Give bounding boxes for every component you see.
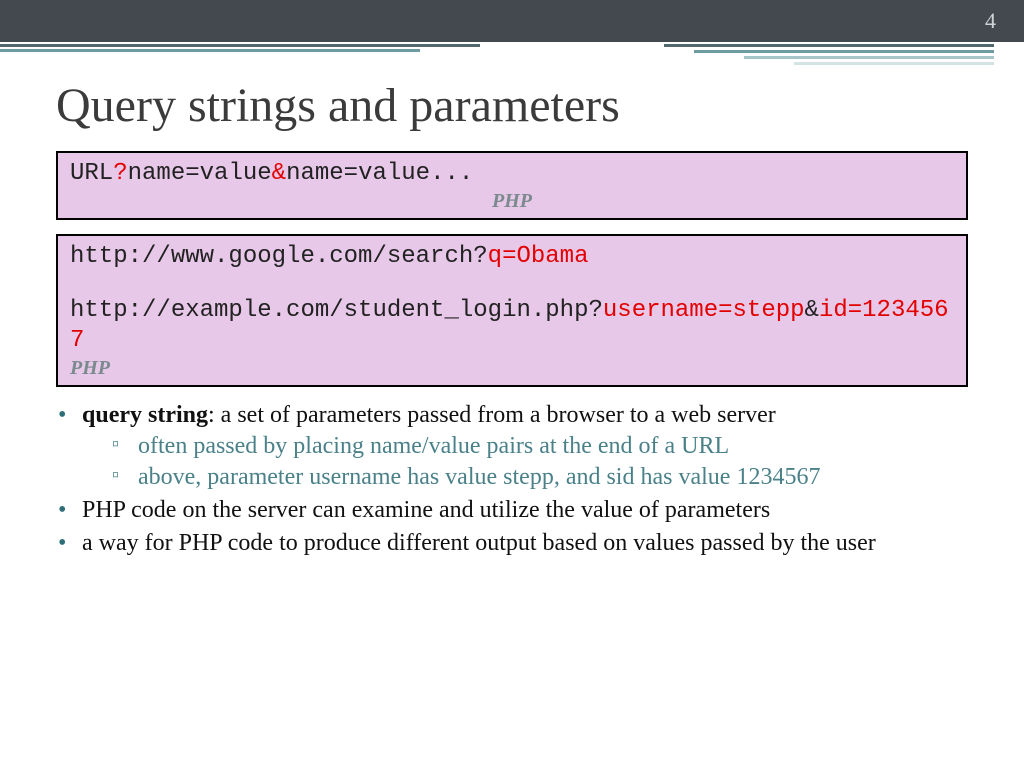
bullet-item: query string: a set of parameters passed…: [56, 401, 968, 492]
spacer: [70, 272, 954, 296]
slide: 4 Query strings and parameters URL?name=…: [0, 0, 1024, 768]
decor-line: [0, 44, 480, 47]
decor-line: [794, 62, 994, 65]
php-label: PHP: [70, 189, 954, 214]
decor-line: [664, 44, 994, 47]
sub-bullet-item: above, parameter username has value step…: [82, 463, 968, 492]
sub-bullet-item: often passed by placing name/value pairs…: [82, 432, 968, 461]
bullet-text: : a set of parameters passed from a brow…: [208, 402, 776, 428]
bullet-item: a way for PHP code to produce different …: [56, 529, 968, 558]
code-line: http://example.com/student_login.php?use…: [70, 296, 954, 356]
decor-line: [0, 49, 420, 52]
code-text-red: username=stepp: [603, 297, 805, 324]
decor-line: [744, 56, 994, 59]
code-text: URL: [70, 160, 113, 187]
code-box-syntax: URL?name=value&name=value... PHP: [56, 151, 968, 220]
bullet-bold: query string: [82, 402, 208, 428]
slide-title: Query strings and parameters: [56, 78, 1024, 133]
bullet-list: query string: a set of parameters passed…: [56, 401, 968, 558]
slide-content: URL?name=value&name=value... PHP http://…: [0, 151, 1024, 558]
code-text: http://example.com/student_login.php?: [70, 297, 603, 324]
top-bar: 4: [0, 0, 1024, 42]
code-box-example: http://www.google.com/search?q=Obama htt…: [56, 234, 968, 387]
sub-bullet-list: often passed by placing name/value pairs…: [82, 432, 968, 492]
code-text: name=value: [128, 160, 272, 187]
code-line: http://www.google.com/search?q=Obama: [70, 242, 954, 272]
bullet-item: PHP code on the server can examine and u…: [56, 496, 968, 525]
code-text-red: ?: [113, 160, 127, 187]
code-text: &: [805, 297, 819, 324]
code-text-red: q=Obama: [488, 243, 589, 270]
code-text-red: &: [272, 160, 286, 187]
page-number: 4: [985, 8, 996, 34]
decor-line: [694, 50, 994, 53]
php-label: PHP: [70, 356, 954, 381]
accent-lines: [0, 42, 1024, 72]
code-text: http://www.google.com/search?: [70, 243, 488, 270]
code-text: name=value...: [286, 160, 473, 187]
